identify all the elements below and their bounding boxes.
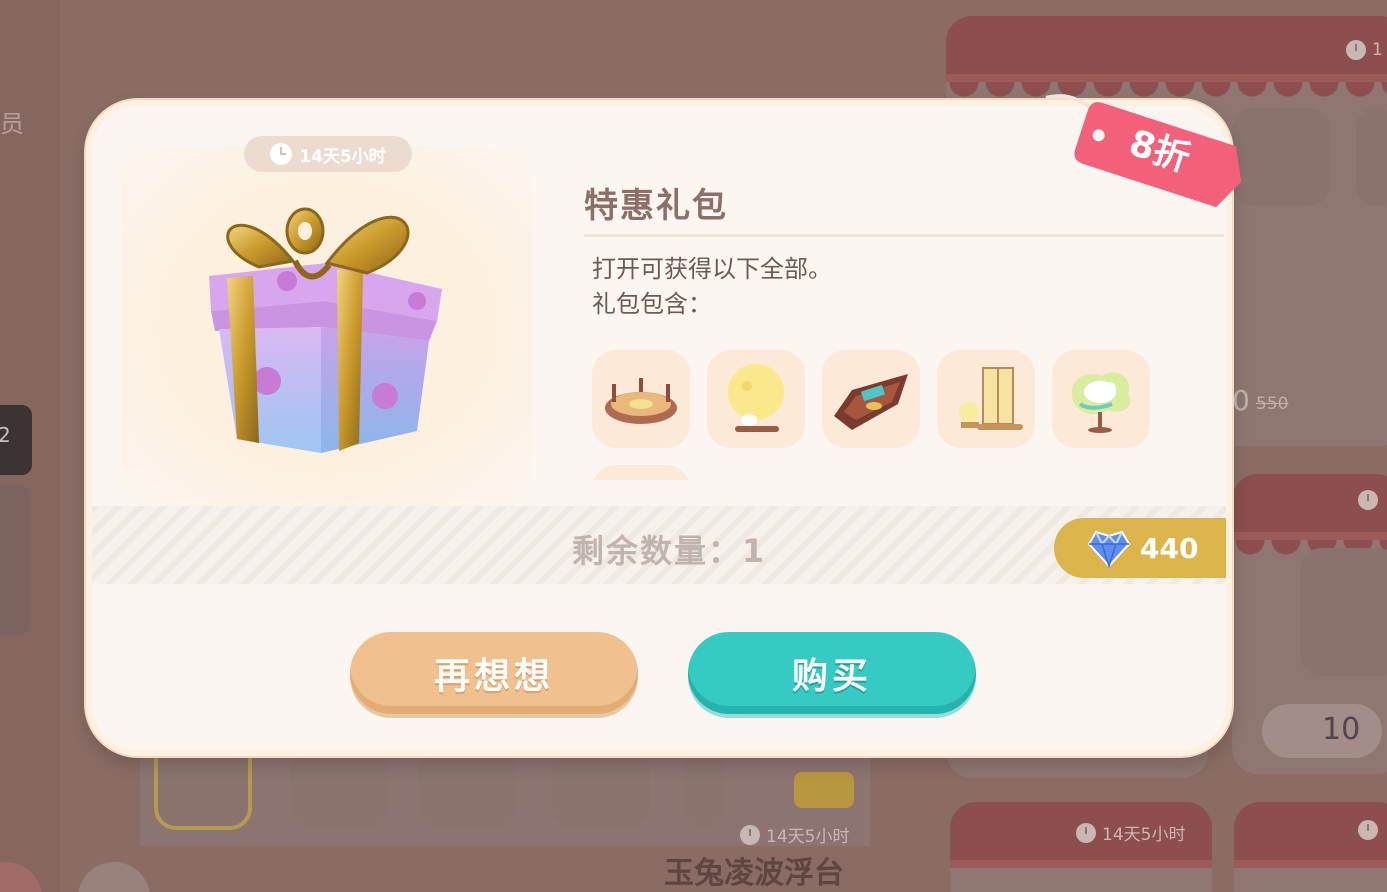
extra-item-icon — [592, 465, 690, 480]
bundle-item-thumb[interactable] — [290, 750, 388, 828]
timer-text: 14天5小时 — [299, 146, 386, 167]
bundle-item[interactable] — [592, 350, 690, 448]
clock-icon — [1076, 822, 1096, 843]
bundle-contents-list[interactable] — [592, 350, 1226, 480]
description-line: 礼包包含： — [592, 290, 712, 318]
clock-icon — [740, 824, 760, 845]
buy-button[interactable]: 购买 — [688, 632, 976, 714]
diamond-heart-icon — [1087, 530, 1131, 568]
moon-rabbit-icon — [728, 364, 784, 432]
shop-card-timer: 1 — [1346, 40, 1383, 60]
original-price: 550 — [1256, 394, 1289, 414]
star-badge — [794, 772, 854, 808]
shop-card-timer: 14天5小时 — [1076, 820, 1185, 845]
gift-box-icon — [209, 207, 442, 453]
bundle-item[interactable] — [707, 350, 805, 448]
title-divider — [584, 234, 1224, 237]
left-tab[interactable]: 2 — [0, 405, 32, 475]
dialog-title: 特惠礼包 — [584, 186, 728, 226]
bundle-item-thumb[interactable] — [552, 750, 650, 828]
lantern-screen-icon — [959, 367, 1023, 430]
shop-card-thumb — [1356, 108, 1387, 206]
left-panel-label: 员 — [0, 110, 24, 138]
bundle-item[interactable] — [937, 350, 1035, 448]
wooden-boat-icon — [834, 374, 908, 430]
shop-card-bottom[interactable] — [950, 802, 1212, 892]
price-value: 440 — [1140, 531, 1199, 565]
bundle-item[interactable] — [822, 350, 920, 448]
price-pill[interactable]: 10 — [1262, 704, 1382, 758]
shop-card-bottom-right[interactable] — [1234, 802, 1387, 892]
clock-icon — [1358, 490, 1378, 510]
clock-icon — [1346, 40, 1366, 60]
carousel-platform-icon — [605, 378, 677, 424]
bundle-item[interactable] — [1052, 350, 1150, 448]
bundle-title: 玉兔凌波浮台 — [664, 856, 844, 891]
price-tag: 440 — [1054, 518, 1226, 578]
bundle-item-thumb[interactable] — [684, 750, 724, 828]
bundle-item-thumb[interactable] — [418, 750, 516, 828]
shop-card-timer — [1358, 820, 1378, 840]
remaining-quantity: 剩余数量：1 — [572, 532, 767, 570]
shop-card-timer — [1358, 490, 1378, 510]
cancel-button[interactable]: 再想想 — [350, 632, 638, 714]
moon-rabbit-thumb — [1300, 548, 1387, 676]
clock-icon — [270, 143, 293, 165]
nav-button[interactable] — [78, 862, 150, 892]
bundle-item[interactable] — [592, 465, 690, 480]
left-tab-secondary[interactable] — [0, 485, 30, 635]
description-line: 打开可获得以下全部。 — [592, 255, 832, 283]
bundle-timer: 14天5小时 — [740, 822, 849, 847]
price-digit: 0 — [1232, 384, 1250, 417]
dialog-description: 打开可获得以下全部。 礼包包含： — [592, 252, 832, 322]
timer-badge: 14天5小时 — [244, 136, 412, 172]
jade-rabbit-tree-icon — [1071, 372, 1131, 433]
clock-icon — [1358, 820, 1378, 840]
